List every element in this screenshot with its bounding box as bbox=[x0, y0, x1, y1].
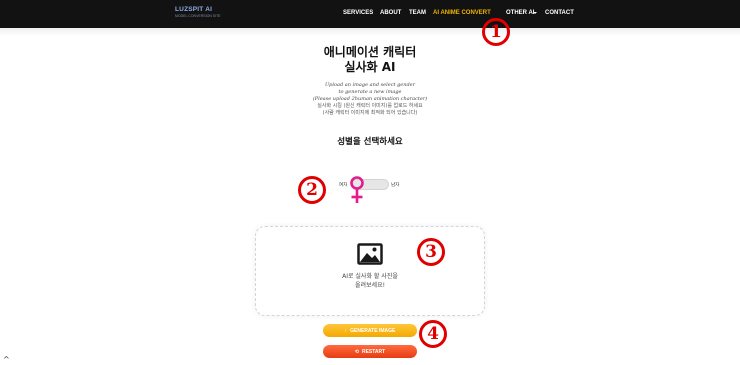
generate-image-button[interactable]: ↑ GENERATE IMAGE bbox=[323, 324, 417, 337]
image-icon bbox=[357, 243, 383, 265]
restart-button-label: RESTART bbox=[361, 348, 386, 355]
annotation-marker-3: 3 bbox=[416, 237, 446, 267]
female-symbol-icon[interactable] bbox=[347, 175, 367, 205]
upload-prompt-line2: 올려보세요! bbox=[354, 282, 385, 289]
gender-heading: 성별을 선택하세요 bbox=[337, 137, 403, 147]
refresh-icon: ⟲ bbox=[354, 348, 359, 355]
nav-other-ai[interactable]: OTHER AI bbox=[506, 10, 534, 16]
desc-ko-line2: (사람 캐릭터 이미지에 최적화 되어 있습니다) bbox=[322, 110, 418, 116]
restart-button[interactable]: ⟲ RESTART bbox=[323, 345, 417, 358]
generate-button-label: GENERATE IMAGE bbox=[350, 327, 396, 334]
annotation-marker-4: 4 bbox=[418, 319, 448, 349]
desc-en-line1: Upload an image and select gender bbox=[324, 82, 416, 88]
brand-tagline: MODEL CONVERSION SITE bbox=[175, 14, 221, 18]
header-shadow bbox=[0, 28, 740, 36]
desc-en-line3: (Please upload 2human animation characte… bbox=[312, 96, 428, 102]
brand-logo[interactable]: LUZSPIT AI MODEL CONVERSION SITE bbox=[175, 6, 221, 18]
page-title-line2: 실사화 AI bbox=[344, 60, 396, 74]
top-navbar: LUZSPIT AI MODEL CONVERSION SITE SERVICE… bbox=[0, 0, 740, 28]
image-upload-dropzone[interactable] bbox=[255, 226, 485, 316]
chevron-down-icon bbox=[533, 12, 537, 14]
description-english: Upload an image and select gender to gen… bbox=[270, 82, 470, 103]
arrow-up-icon: ↑ bbox=[344, 327, 348, 334]
description-korean: 실사화 시킬 (원신 캐릭터 이미지)를 업로드 하세요 (사람 캐릭터 이미지… bbox=[270, 103, 470, 117]
nav-team[interactable]: TEAM bbox=[409, 10, 426, 16]
toggle-label-male: 남자 bbox=[391, 183, 400, 188]
annotation-marker-2: 2 bbox=[297, 175, 327, 205]
desc-ko-line1: 실사화 시킬 (원신 캐릭터 이미지)를 업로드 하세요 bbox=[317, 103, 423, 109]
nav-about[interactable]: ABOUT bbox=[380, 10, 401, 16]
upload-prompt-line1: AI로 실사화 할 사진을 bbox=[342, 273, 398, 280]
desc-en-line2: to generate a new image bbox=[338, 89, 402, 95]
scroll-to-top-icon[interactable]: ^ bbox=[3, 355, 10, 364]
nav-ai-anime-convert[interactable]: AI ANIME CONVERT bbox=[433, 10, 491, 16]
nav-services[interactable]: SERVICES bbox=[343, 10, 373, 16]
annotation-marker-1: 1 bbox=[481, 17, 511, 47]
brand-name: LUZSPIT AI bbox=[175, 6, 213, 13]
nav-contact[interactable]: CONTACT bbox=[545, 10, 574, 16]
